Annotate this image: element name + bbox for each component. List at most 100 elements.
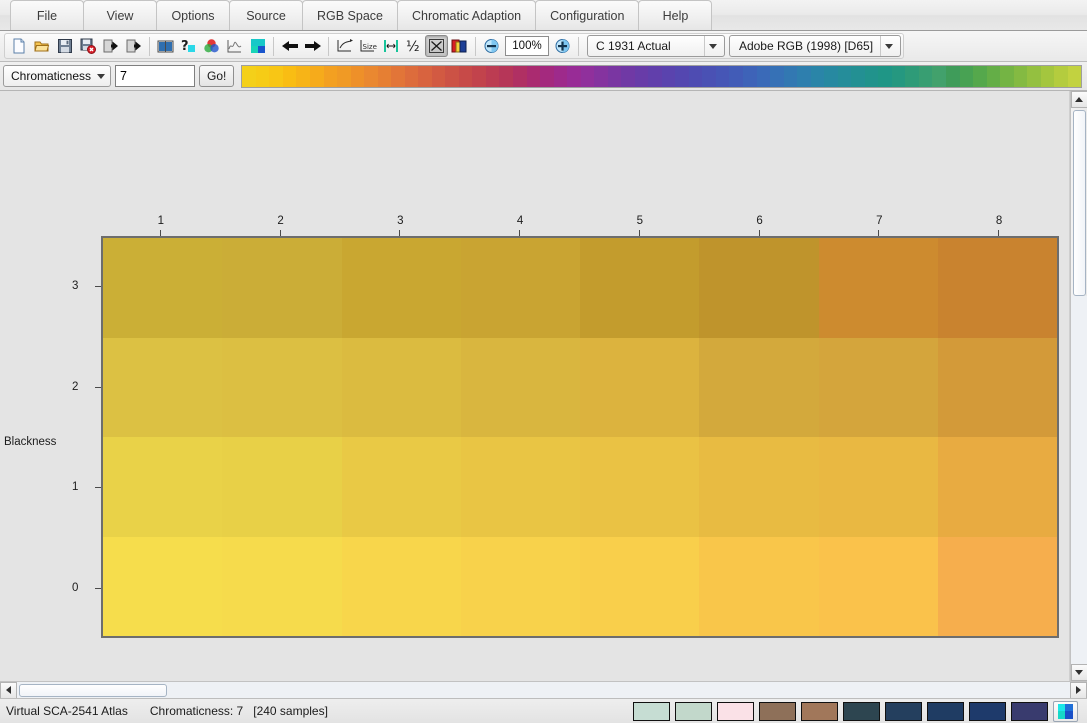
hue-band[interactable]: [824, 65, 838, 87]
atlas-color-cell[interactable]: [222, 437, 342, 537]
hue-band[interactable]: [715, 65, 730, 87]
color-swatch[interactable]: [633, 701, 670, 721]
hue-band[interactable]: [458, 65, 473, 87]
atlas-color-grid[interactable]: [101, 236, 1059, 638]
go-button[interactable]: Go!: [199, 65, 235, 87]
hue-band[interactable]: [986, 65, 1001, 87]
layers-icon[interactable]: [448, 35, 471, 57]
color-swatch[interactable]: [927, 701, 964, 721]
hue-band[interactable]: [445, 65, 459, 87]
hue-band[interactable]: [702, 65, 716, 87]
atlas-color-cell[interactable]: [580, 238, 700, 338]
hue-band[interactable]: [431, 65, 446, 87]
hue-band[interactable]: [337, 65, 351, 87]
color-wheel-icon[interactable]: [200, 35, 223, 57]
hue-band[interactable]: [770, 65, 784, 87]
atlas-color-cell[interactable]: [460, 238, 580, 338]
atlas-color-cell[interactable]: [699, 536, 819, 636]
atlas-color-cell[interactable]: [341, 437, 461, 537]
hue-band[interactable]: [580, 65, 595, 87]
hue-band[interactable]: [675, 65, 689, 87]
atlas-color-cell[interactable]: [103, 337, 223, 437]
attribute-selector-combo[interactable]: Chromaticness: [3, 65, 111, 87]
hue-band[interactable]: [350, 65, 365, 87]
scroll-right-button[interactable]: [1070, 681, 1087, 699]
color-swatch[interactable]: [717, 701, 754, 721]
hue-band[interactable]: [364, 65, 378, 87]
scroll-up-button[interactable]: [1070, 91, 1087, 108]
attribute-value-input[interactable]: [115, 65, 195, 87]
hue-band[interactable]: [485, 65, 500, 87]
menu-rgb-space[interactable]: RGB Space: [302, 0, 399, 30]
color-blocks-icon[interactable]: [246, 35, 269, 57]
hue-band[interactable]: [783, 65, 798, 87]
color-swatch[interactable]: [759, 701, 796, 721]
hue-band[interactable]: [959, 65, 974, 87]
hue-band[interactable]: [891, 65, 906, 87]
color-swatch[interactable]: [969, 701, 1006, 721]
hue-band[interactable]: [1054, 65, 1068, 87]
back-arrow-icon[interactable]: [278, 35, 301, 57]
hue-band[interactable]: [945, 65, 960, 87]
hue-band[interactable]: [377, 65, 392, 87]
atlas-color-cell[interactable]: [222, 337, 342, 437]
atlas-color-cell[interactable]: [699, 238, 819, 338]
atlas-color-cell[interactable]: [341, 536, 461, 636]
hue-band[interactable]: [688, 65, 703, 87]
hue-band[interactable]: [594, 65, 608, 87]
menu-view[interactable]: View: [83, 0, 157, 30]
atlas-color-cell[interactable]: [341, 337, 461, 437]
scroll-left-button[interactable]: [0, 681, 17, 699]
scroll-down-button[interactable]: [1070, 664, 1087, 681]
hue-band[interactable]: [242, 65, 256, 87]
hue-band[interactable]: [878, 65, 892, 87]
atlas-color-cell[interactable]: [222, 238, 342, 338]
atlas-color-cell[interactable]: [937, 536, 1057, 636]
hue-band[interactable]: [296, 65, 310, 87]
atlas-color-cell[interactable]: [580, 437, 700, 537]
rotate-icon[interactable]: [333, 35, 356, 57]
hue-band[interactable]: [391, 65, 405, 87]
hue-band[interactable]: [743, 65, 757, 87]
atlas-color-cell[interactable]: [699, 437, 819, 537]
hue-band[interactable]: [567, 65, 581, 87]
hue-band[interactable]: [310, 65, 324, 87]
atlas-color-cell[interactable]: [460, 536, 580, 636]
open-folder-icon[interactable]: [30, 35, 53, 57]
hue-band[interactable]: [918, 65, 933, 87]
hue-band[interactable]: [648, 65, 662, 87]
fit-width-icon[interactable]: [379, 35, 402, 57]
observer-combo[interactable]: C 1931 Actual: [587, 35, 725, 57]
atlas-color-cell[interactable]: [103, 536, 223, 636]
hue-band[interactable]: [607, 65, 622, 87]
menu-chromatic-adaption[interactable]: Chromatic Adaption: [397, 0, 537, 30]
atlas-color-cell[interactable]: [460, 437, 580, 537]
chevron-down-icon[interactable]: [704, 36, 720, 56]
hue-band[interactable]: [905, 65, 919, 87]
atlas-color-cell[interactable]: [818, 238, 938, 338]
hue-band[interactable]: [1040, 65, 1055, 87]
hue-band[interactable]: [255, 65, 270, 87]
atlas-color-cell[interactable]: [460, 337, 580, 437]
book-icon[interactable]: [154, 35, 177, 57]
horizontal-scrollbar[interactable]: [0, 681, 1087, 699]
atlas-color-cell[interactable]: [580, 536, 700, 636]
atlas-color-cell[interactable]: [222, 536, 342, 636]
atlas-color-cell[interactable]: [937, 238, 1057, 338]
horizontal-scroll-track[interactable]: [167, 682, 1070, 699]
horizontal-scroll-thumb[interactable]: [19, 683, 167, 697]
atlas-color-cell[interactable]: [937, 437, 1057, 537]
curve-chart-icon[interactable]: [223, 35, 246, 57]
hue-band[interactable]: [418, 65, 432, 87]
atlas-color-cell[interactable]: [818, 536, 938, 636]
atlas-color-cell[interactable]: [103, 437, 223, 537]
hue-band[interactable]: [797, 65, 811, 87]
hue-band[interactable]: [864, 65, 879, 87]
export-icon[interactable]: [122, 35, 145, 57]
hue-band[interactable]: [621, 65, 635, 87]
color-swatch[interactable]: [885, 701, 922, 721]
atlas-color-cell[interactable]: [103, 238, 223, 338]
hue-band[interactable]: [1067, 65, 1082, 87]
zoom-level-field[interactable]: 100%: [505, 36, 549, 56]
hue-band[interactable]: [661, 65, 676, 87]
